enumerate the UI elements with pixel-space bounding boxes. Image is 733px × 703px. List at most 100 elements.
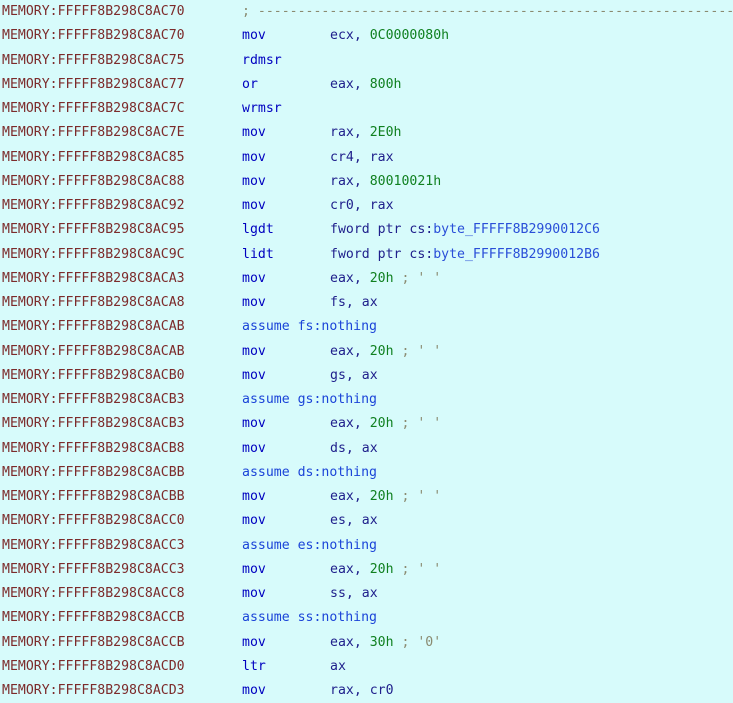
line-address: MEMORY:FFFFF8B298C8ACD3 [2, 683, 185, 698]
disassembly-line[interactable]: MEMORY:FFFFF8B298C8ACBB assume ds:nothing [0, 461, 733, 485]
operand-register: rax [330, 683, 354, 698]
disassembly-line[interactable]: MEMORY:FFFFF8B298C8ACCB assume ss:nothing [0, 606, 733, 630]
instruction-operands[interactable]: eax, 800h [330, 73, 401, 97]
instruction-operands[interactable]: fword ptr cs:byte_FFFFF8B2990012C6 [330, 218, 600, 242]
operand-symbol[interactable]: byte_FFFFF8B2990012C6 [433, 222, 600, 237]
instruction-operands[interactable]: fword ptr cs:byte_FFFFF8B2990012B6 [330, 243, 600, 267]
instruction-mnemonic[interactable]: mov [242, 291, 266, 315]
instruction-mnemonic[interactable]: mov [242, 582, 266, 606]
operand-immediate: 80010021h [369, 173, 442, 189]
instruction-mnemonic[interactable]: mov [242, 267, 266, 291]
line-address: MEMORY:FFFFF8B298C8AC7C [2, 101, 185, 116]
instruction-mnemonic[interactable]: or [242, 73, 258, 97]
instruction-operands[interactable]: cr4, rax [330, 146, 394, 170]
instruction-operands[interactable]: eax, 20h ; ' ' [330, 267, 441, 291]
disassembly-line[interactable]: MEMORY:FFFFF8B298C8AC77 or eax, 800h [0, 73, 733, 97]
instruction-mnemonic[interactable]: mov [242, 194, 266, 218]
instruction-operands[interactable]: eax, 20h ; ' ' [330, 340, 441, 364]
instruction-mnemonic[interactable]: mov [242, 412, 266, 436]
operand-register: rax [330, 125, 354, 141]
operand-comment: ; ' ' [393, 270, 442, 286]
disassembly-line[interactable]: MEMORY:FFFFF8B298C8AC7E mov rax, 2E0h [0, 121, 733, 145]
instruction-mnemonic[interactable]: mov [242, 146, 266, 170]
operand-immediate: 30h [369, 634, 394, 650]
disassembly-line[interactable]: MEMORY:FFFFF8B298C8ACA8 mov fs, ax [0, 291, 733, 315]
instruction-operands[interactable]: rax, 2E0h [330, 121, 401, 145]
disassembly-line[interactable]: MEMORY:FFFFF8B298C8ACD0 ltr ax [0, 655, 733, 679]
disassembly-line[interactable]: MEMORY:FFFFF8B298C8ACAB assume fs:nothing [0, 315, 733, 339]
instruction-operands[interactable]: eax, 20h ; ' ' [330, 412, 441, 436]
disassembly-line[interactable]: MEMORY:FFFFF8B298C8ACD3 mov rax, cr0 [0, 679, 733, 703]
operand-register: cr0 [330, 198, 354, 213]
disassembly-line[interactable]: MEMORY:FFFFF8B298C8AC92 mov cr0, rax [0, 194, 733, 218]
disassembly-line[interactable]: MEMORY:FFFFF8B298C8AC95 lgdt fword ptr cs:… [0, 218, 733, 242]
operand-immediate: 20h [369, 561, 394, 577]
disassembly-line[interactable]: MEMORY:FFFFF8B298C8ACAB mov eax, 20h ; ' ' [0, 340, 733, 364]
operand-register: rax [369, 198, 394, 213]
operand-register: rax [369, 149, 394, 165]
instruction-mnemonic[interactable]: mov [242, 340, 266, 364]
disassembly-line[interactable]: MEMORY:FFFFF8B298C8ACB0 mov gs, ax [0, 364, 733, 388]
instruction-operands[interactable]: gs, ax [330, 364, 378, 388]
operand-immediate: 0C0000080h [369, 28, 450, 44]
instruction-operands[interactable]: ax [330, 655, 346, 679]
operand-register: cr4 [330, 149, 354, 165]
disassembly-line[interactable]: MEMORY:FFFFF8B298C8AC88 mov rax, 80010021h [0, 170, 733, 194]
instruction-mnemonic[interactable]: rdmsr [242, 49, 282, 73]
assume-directive: assume ss:nothing [242, 610, 377, 626]
instruction-mnemonic[interactable]: mov [242, 509, 266, 533]
instruction-mnemonic[interactable]: wrmsr [242, 97, 282, 121]
disassembly-line[interactable]: MEMORY:FFFFF8B298C8ACBB mov eax, 20h ; ' ' [0, 485, 733, 509]
instruction-operands[interactable]: rax, 80010021h [330, 170, 441, 194]
instruction-operands[interactable]: cr0, rax [330, 194, 394, 218]
instruction-mnemonic[interactable]: mov [242, 121, 266, 145]
instruction-operands[interactable]: es, ax [330, 509, 378, 533]
disassembly-line[interactable]: MEMORY:FFFFF8B298C8AC7C wrmsr [0, 97, 733, 121]
line-address: MEMORY:FFFFF8B298C8AC92 [2, 198, 185, 213]
instruction-mnemonic[interactable]: mov [242, 364, 266, 388]
instruction-mnemonic[interactable]: mov [242, 485, 266, 509]
separator-comment: ; --------------------------------------… [242, 4, 733, 19]
disassembly-line[interactable]: MEMORY:FFFFF8B298C8ACB3 assume gs:nothing [0, 388, 733, 412]
disassembly-line[interactable]: MEMORY:FFFFF8B298C8AC70 mov ecx, 0C0000080… [0, 24, 733, 48]
instruction-mnemonic[interactable]: mov [242, 679, 266, 703]
instruction-mnemonic[interactable]: lidt [242, 243, 274, 267]
disassembly-line[interactable]: MEMORY:FFFFF8B298C8ACB3 mov eax, 20h ; ' ' [0, 412, 733, 436]
operand-comment: ; ' ' [393, 489, 442, 504]
instruction-mnemonic[interactable]: mov [242, 558, 266, 582]
disassembly-line[interactable]: MEMORY:FFFFF8B298C8ACB8 mov ds, ax [0, 437, 733, 461]
operand-register: ax [330, 658, 346, 674]
disassembly-line[interactable]: MEMORY:FFFFF8B298C8AC75 rdmsr [0, 49, 733, 73]
disassembly-line[interactable]: MEMORY:FFFFF8B298C8ACC0 mov es, ax [0, 509, 733, 533]
operand-register: cr0 [369, 683, 394, 698]
instruction-operands[interactable]: ecx, 0C0000080h [330, 24, 449, 48]
disassembly-line[interactable]: MEMORY:FFFFF8B298C8AC70 ; ---------------… [0, 0, 733, 24]
instruction-operands[interactable]: eax, 20h ; ' ' [330, 485, 441, 509]
disassembly-line[interactable]: MEMORY:FFFFF8B298C8AC85 mov cr4, rax [0, 146, 733, 170]
operand-register: ax [361, 367, 378, 383]
disassembly-listing[interactable]: MEMORY:FFFFF8B298C8AC70 ; ---------------… [0, 0, 733, 698]
instruction-mnemonic[interactable]: mov [242, 437, 266, 461]
instruction-operands[interactable]: fs, ax [330, 291, 378, 315]
line-address: MEMORY:FFFFF8B298C8AC9C [2, 246, 185, 262]
disassembly-line[interactable]: MEMORY:FFFFF8B298C8ACC8 mov ss, ax [0, 582, 733, 606]
instruction-operands[interactable]: rax, cr0 [330, 679, 394, 703]
instruction-mnemonic[interactable]: mov [242, 24, 266, 48]
disassembly-line[interactable]: MEMORY:FFFFF8B298C8ACC3 mov eax, 20h ; ' ' [0, 558, 733, 582]
assume-directive: assume fs:nothing [242, 319, 377, 335]
disassembly-line[interactable]: MEMORY:FFFFF8B298C8ACA3 mov eax, 20h ; ' ' [0, 267, 733, 291]
disassembly-line[interactable]: MEMORY:FFFFF8B298C8AC9C lidt fword ptr cs:… [0, 243, 733, 267]
disassembly-line[interactable]: MEMORY:FFFFF8B298C8ACC3 assume es:nothing [0, 534, 733, 558]
operand-register: eax [330, 270, 354, 286]
instruction-operands[interactable]: ds, ax [330, 437, 378, 461]
operand-register: ax [361, 513, 378, 529]
disassembly-line[interactable]: MEMORY:FFFFF8B298C8ACCB mov eax, 30h ; '0' [0, 631, 733, 655]
instruction-operands[interactable]: eax, 30h ; '0' [330, 631, 441, 655]
instruction-mnemonic[interactable]: mov [242, 631, 266, 655]
instruction-mnemonic[interactable]: lgdt [242, 218, 274, 242]
instruction-mnemonic[interactable]: mov [242, 170, 266, 194]
instruction-operands[interactable]: eax, 20h ; ' ' [330, 558, 441, 582]
instruction-mnemonic[interactable]: ltr [242, 655, 266, 679]
operand-symbol[interactable]: byte_FFFFF8B2990012B6 [433, 247, 600, 262]
instruction-operands[interactable]: ss, ax [330, 582, 378, 606]
